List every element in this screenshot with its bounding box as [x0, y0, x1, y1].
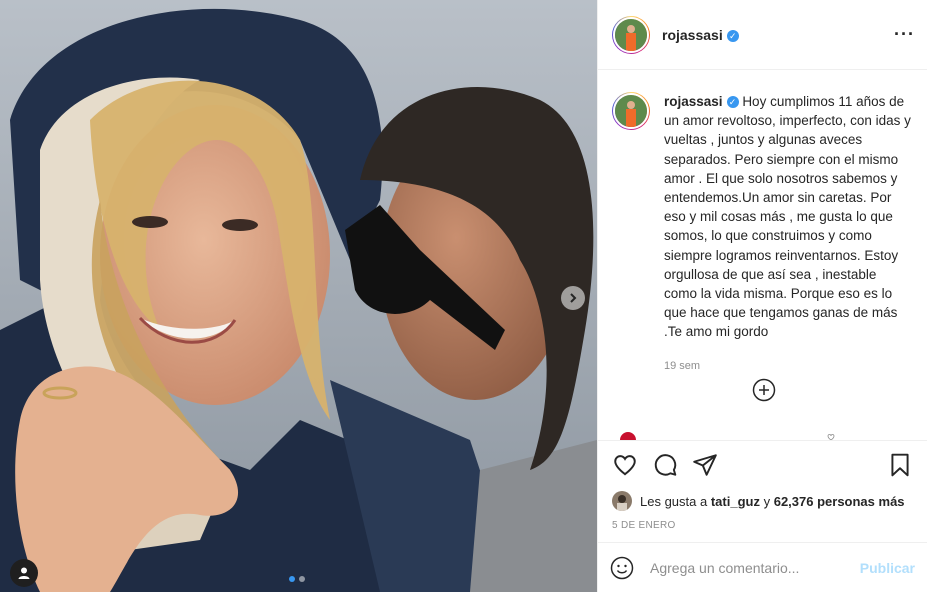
user-icon [18, 567, 30, 579]
carousel-indicator [289, 576, 305, 582]
bookmark-save-icon[interactable] [887, 452, 913, 478]
comments-area: rojassasi ✓ Hoy cumplimos 11 años de un a… [598, 70, 927, 440]
photo-couple-selfie [0, 0, 597, 592]
avatar-image [615, 18, 647, 51]
tagged-users-button[interactable] [10, 559, 38, 587]
post-time-ago[interactable]: 19 sem [664, 360, 913, 372]
emoji-smiley-icon[interactable] [610, 556, 634, 580]
like-heart-icon[interactable] [612, 452, 638, 478]
liker-avatar[interactable] [612, 491, 632, 511]
load-more-comments-icon[interactable] [752, 378, 776, 402]
comment-bubble-icon[interactable] [652, 452, 678, 478]
caption-body: Hoy cumplimos 11 años de un amor revolto… [664, 94, 911, 340]
caption: rojassasi ✓ Hoy cumplimos 11 años de un a… [612, 92, 913, 342]
carousel-dot [299, 576, 305, 582]
avatar-image [615, 95, 647, 127]
likes-summary: Les gusta a tati_guz y 62,376 personas m… [598, 488, 927, 514]
add-comment-form: Publicar [598, 542, 927, 592]
instagram-post: rojassasi ✓ ··· rojassasi ✓ Hoy cumplimo… [0, 0, 927, 592]
caption-story-ring[interactable] [612, 92, 650, 130]
chevron-right-icon [570, 293, 577, 303]
username-link[interactable]: rojassasi ✓ [662, 27, 739, 43]
verified-badge-icon: ✓ [726, 96, 739, 109]
story-ring[interactable] [612, 15, 650, 54]
likes-count[interactable]: 62,376 personas más [774, 494, 905, 509]
caption-text: rojassasi ✓ Hoy cumplimos 11 años de un a… [664, 92, 913, 342]
username-text[interactable]: rojassasi [662, 27, 723, 43]
verified-badge-icon: ✓ [726, 29, 739, 42]
publish-button[interactable]: Publicar [860, 560, 915, 576]
post-date[interactable]: 5 DE ENERO [598, 514, 927, 540]
next-comment-peek [620, 432, 835, 440]
carousel-next-button[interactable] [561, 286, 585, 310]
comment-input[interactable] [648, 558, 860, 577]
likes-joiner: y [763, 493, 771, 509]
caption-username[interactable]: rojassasi [664, 94, 723, 109]
likes-prefix: Les gusta a [640, 493, 708, 509]
post-side-panel: rojassasi ✓ ··· rojassasi ✓ Hoy cumplimo… [597, 0, 927, 592]
caption-avatar[interactable] [613, 93, 649, 129]
action-bar [598, 440, 927, 488]
post-photo[interactable] [0, 0, 597, 592]
post-header: rojassasi ✓ ··· [598, 0, 927, 70]
avatar[interactable] [613, 16, 649, 53]
liker-username[interactable]: tati_guz [711, 494, 760, 509]
share-send-icon[interactable] [692, 452, 718, 478]
more-options-icon[interactable]: ··· [894, 24, 915, 45]
carousel-dot-active [289, 576, 295, 582]
liker-avatar-image [612, 491, 632, 511]
